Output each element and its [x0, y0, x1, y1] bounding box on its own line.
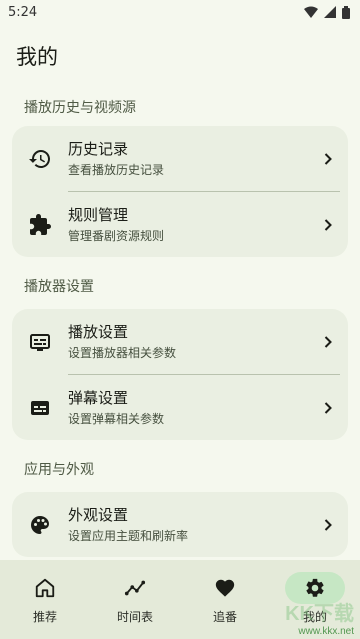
status-time: 5:24 [8, 4, 38, 20]
section-header-player: 播放器设置 [24, 279, 94, 295]
extension-icon [12, 213, 68, 237]
battery-icon [342, 5, 350, 19]
wifi-icon [304, 6, 318, 18]
appearance-settings-row[interactable]: 外观设置 设置应用主题和刷新率 [12, 492, 348, 557]
rules-row[interactable]: 规则管理 管理番剧资源规则 [12, 192, 348, 257]
appearance-settings-subtitle: 设置应用主题和刷新率 [68, 528, 189, 543]
history-subtitle: 查看播放历史记录 [68, 162, 165, 177]
home-icon [15, 572, 75, 604]
rules-title: 规则管理 [68, 205, 129, 224]
palette-icon [12, 513, 68, 537]
danmaku-settings-row[interactable]: 弹幕设置 设置弹幕相关参数 [12, 375, 348, 440]
playback-settings-subtitle: 设置播放器相关参数 [68, 345, 177, 360]
appearance-settings-title: 外观设置 [68, 505, 129, 524]
chevron-right-icon [308, 217, 348, 233]
danmaku-icon [12, 396, 68, 420]
chevron-right-icon [308, 334, 348, 350]
status-icons [304, 5, 350, 19]
history-row[interactable]: 历史记录 查看播放历史记录 [12, 126, 348, 191]
subtitles-icon [12, 330, 68, 354]
nav-timeline-label: 时间表 [116, 610, 153, 624]
heart-icon [195, 572, 255, 604]
card-player-settings: 播放设置 设置播放器相关参数 弹幕设置 设置弹幕相关参数 [12, 309, 348, 440]
rules-subtitle: 管理番剧资源规则 [68, 228, 165, 243]
timeline-icon [105, 572, 165, 604]
status-bar: 5:24 [0, 0, 360, 24]
watermark-text: KK下载 [285, 603, 354, 625]
playback-settings-title: 播放设置 [68, 322, 129, 341]
nav-following-label: 追番 [212, 610, 237, 624]
watermark: KK下载 www.kkx.net [285, 597, 354, 637]
history-title: 历史记录 [68, 139, 129, 158]
section-header-appearance: 应用与外观 [24, 462, 94, 478]
playback-settings-row[interactable]: 播放设置 设置播放器相关参数 [12, 309, 348, 374]
danmaku-settings-title: 弹幕设置 [68, 388, 129, 407]
card-history-sources: 历史记录 查看播放历史记录 规则管理 管理番剧资源规则 [12, 126, 348, 257]
section-header-history: 播放历史与视频源 [24, 100, 136, 116]
danmaku-settings-subtitle: 设置弹幕相关参数 [68, 411, 165, 426]
chevron-right-icon [308, 151, 348, 167]
page-title: 我的 [16, 45, 58, 69]
chevron-right-icon [308, 400, 348, 416]
history-icon [12, 147, 68, 171]
signal-icon [324, 6, 336, 18]
card-appearance: 外观设置 设置应用主题和刷新率 [12, 492, 348, 557]
chevron-right-icon [308, 517, 348, 533]
nav-timeline[interactable]: 时间表 [90, 572, 180, 625]
watermark-url: www.kkx.net [298, 626, 354, 637]
nav-recommend-label: 推荐 [32, 610, 57, 624]
nav-recommend[interactable]: 推荐 [0, 572, 90, 625]
nav-following[interactable]: 追番 [180, 572, 270, 625]
